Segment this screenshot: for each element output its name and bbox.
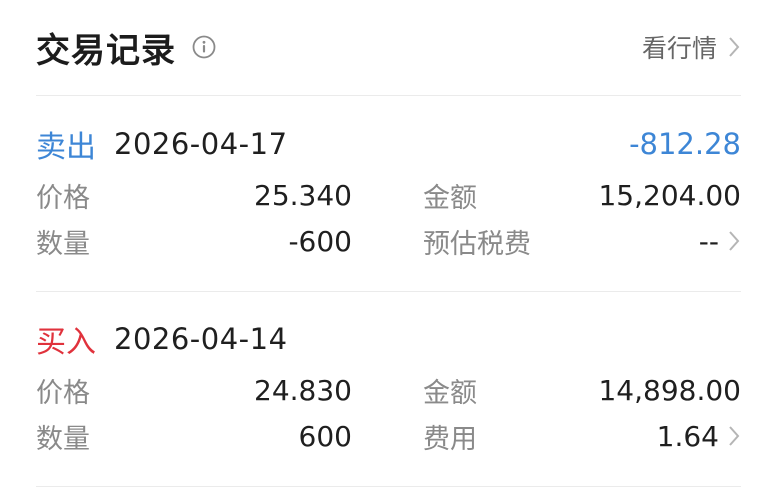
divider [36, 95, 741, 96]
trade-type: 卖出 [36, 130, 96, 165]
trade-record[interactable]: 卖出 2026-04-17 -812.28 价格 25.340 金额 15,20… [36, 120, 741, 264]
amount-value: 15,204.00 [583, 179, 741, 212]
trade-date: 2026-04-17 [114, 127, 288, 161]
header: 交易记录 看行情 [36, 22, 741, 72]
trade-row-qty: 数量 -600 预估税费 -- [36, 218, 741, 264]
price-value: 25.340 [254, 178, 352, 212]
view-market-label: 看行情 [641, 34, 717, 63]
page-title: 交易记录 [36, 30, 176, 71]
trade-date: 2026-04-14 [114, 322, 288, 356]
fee-detail-link[interactable]: -- [583, 225, 741, 258]
trade-records-page: 交易记录 看行情 卖出 2026-04-17 -812.28 价格 25.340… [0, 0, 775, 500]
trade-record[interactable]: 买入 2026-04-14 价格 24.830 金额 14,898.00 数量 … [36, 315, 741, 459]
qty-label: 数量 [36, 228, 90, 260]
trade-row-qty: 数量 600 费用 1.64 [36, 413, 741, 459]
fee-label: 预估税费 [423, 228, 531, 260]
amount-label: 金额 [423, 182, 477, 214]
trade-row-price: 价格 24.830 金额 14,898.00 [36, 367, 741, 413]
price-label: 价格 [36, 182, 90, 214]
info-icon[interactable] [192, 35, 216, 59]
price-label: 价格 [36, 377, 90, 409]
view-market-link[interactable]: 看行情 [642, 29, 741, 65]
trade-header: 卖出 2026-04-17 -812.28 [36, 120, 741, 168]
trade-header: 买入 2026-04-14 [36, 315, 741, 363]
fee-label: 费用 [423, 423, 477, 455]
divider [36, 486, 741, 487]
trade-row-price: 价格 25.340 金额 15,204.00 [36, 172, 741, 218]
chevron-right-icon [727, 229, 741, 253]
fee-value: 1.64 [656, 419, 719, 453]
amount-label: 金额 [423, 377, 477, 409]
fee-value: -- [698, 224, 719, 258]
trade-pnl: -812.28 [629, 127, 741, 161]
trade-type: 买入 [36, 325, 96, 360]
divider [36, 291, 741, 292]
header-left: 交易记录 [36, 23, 216, 72]
chevron-right-icon [727, 424, 741, 448]
amount-value-text: 14,898.00 [598, 373, 741, 407]
chevron-right-icon [727, 35, 741, 59]
qty-value: -600 [288, 224, 352, 258]
amount-value-text: 15,204.00 [598, 178, 741, 212]
qty-label: 数量 [36, 423, 90, 455]
qty-value: 600 [298, 419, 352, 453]
price-value: 24.830 [254, 373, 352, 407]
amount-value: 14,898.00 [583, 374, 741, 407]
fee-detail-link[interactable]: 1.64 [583, 420, 741, 453]
